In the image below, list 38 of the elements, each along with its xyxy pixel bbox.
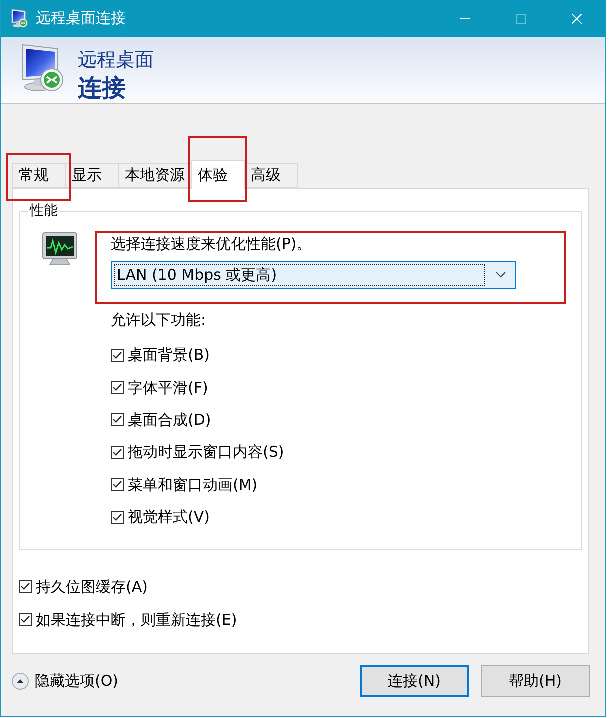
header-title: 远程桌面 [78,48,154,73]
features-label: 允许以下功能: [111,310,208,330]
checkbox-label: 菜单和窗口动画(M) [128,474,258,495]
checkbox-label: 桌面背景(B) [128,345,210,366]
maximize-icon [516,14,526,24]
speed-dropdown[interactable]: LAN (10 Mbps 或更高) [111,261,516,289]
checkbox[interactable] [111,510,124,524]
tab[interactable]: 常规 [12,163,66,188]
hide-options-button[interactable]: 隐藏选项(O) [12,672,119,690]
checkbox-label: 字体平滑(F) [128,378,208,398]
tab[interactable]: 高级 [244,163,298,188]
window-title: 远程桌面连接 [36,9,126,28]
header-subtitle: 连接 [78,73,127,103]
checkbox[interactable] [111,478,124,492]
checkbox-label: 如果连接中断，则重新连接(E) [36,610,238,630]
tab[interactable]: 体验 [191,160,245,189]
checkbox-label: 桌面合成(D) [128,410,212,430]
checkbox[interactable] [19,613,32,626]
dialog-button[interactable]: 连接(N) [360,665,469,697]
group-title: 性能 [28,202,59,220]
checkbox[interactable] [111,446,124,459]
checkbox[interactable] [111,381,124,394]
speed-label: 选择连接速度来优化性能(P)。 [111,234,313,254]
checkbox[interactable] [19,580,32,594]
chart-monitor-icon [42,232,78,266]
chevron-down-icon [496,272,506,278]
checkbox[interactable] [111,413,124,426]
checkbox-label: 持久位图缓存(A) [36,576,148,597]
minimize-icon [460,18,470,19]
monitor-icon [10,9,28,28]
checkbox-label: 视觉样式(V) [128,507,210,528]
dialog-button[interactable]: 帮助(H) [481,665,590,697]
tab[interactable]: 显示 [65,163,119,188]
tab[interactable]: 本地资源 [118,163,192,188]
checkbox[interactable] [111,348,124,362]
close-icon [572,14,582,24]
dropdown-value: LAN (10 Mbps 或更高) [114,264,485,286]
checkbox-label: 拖动时显示窗口内容(S) [128,442,284,462]
